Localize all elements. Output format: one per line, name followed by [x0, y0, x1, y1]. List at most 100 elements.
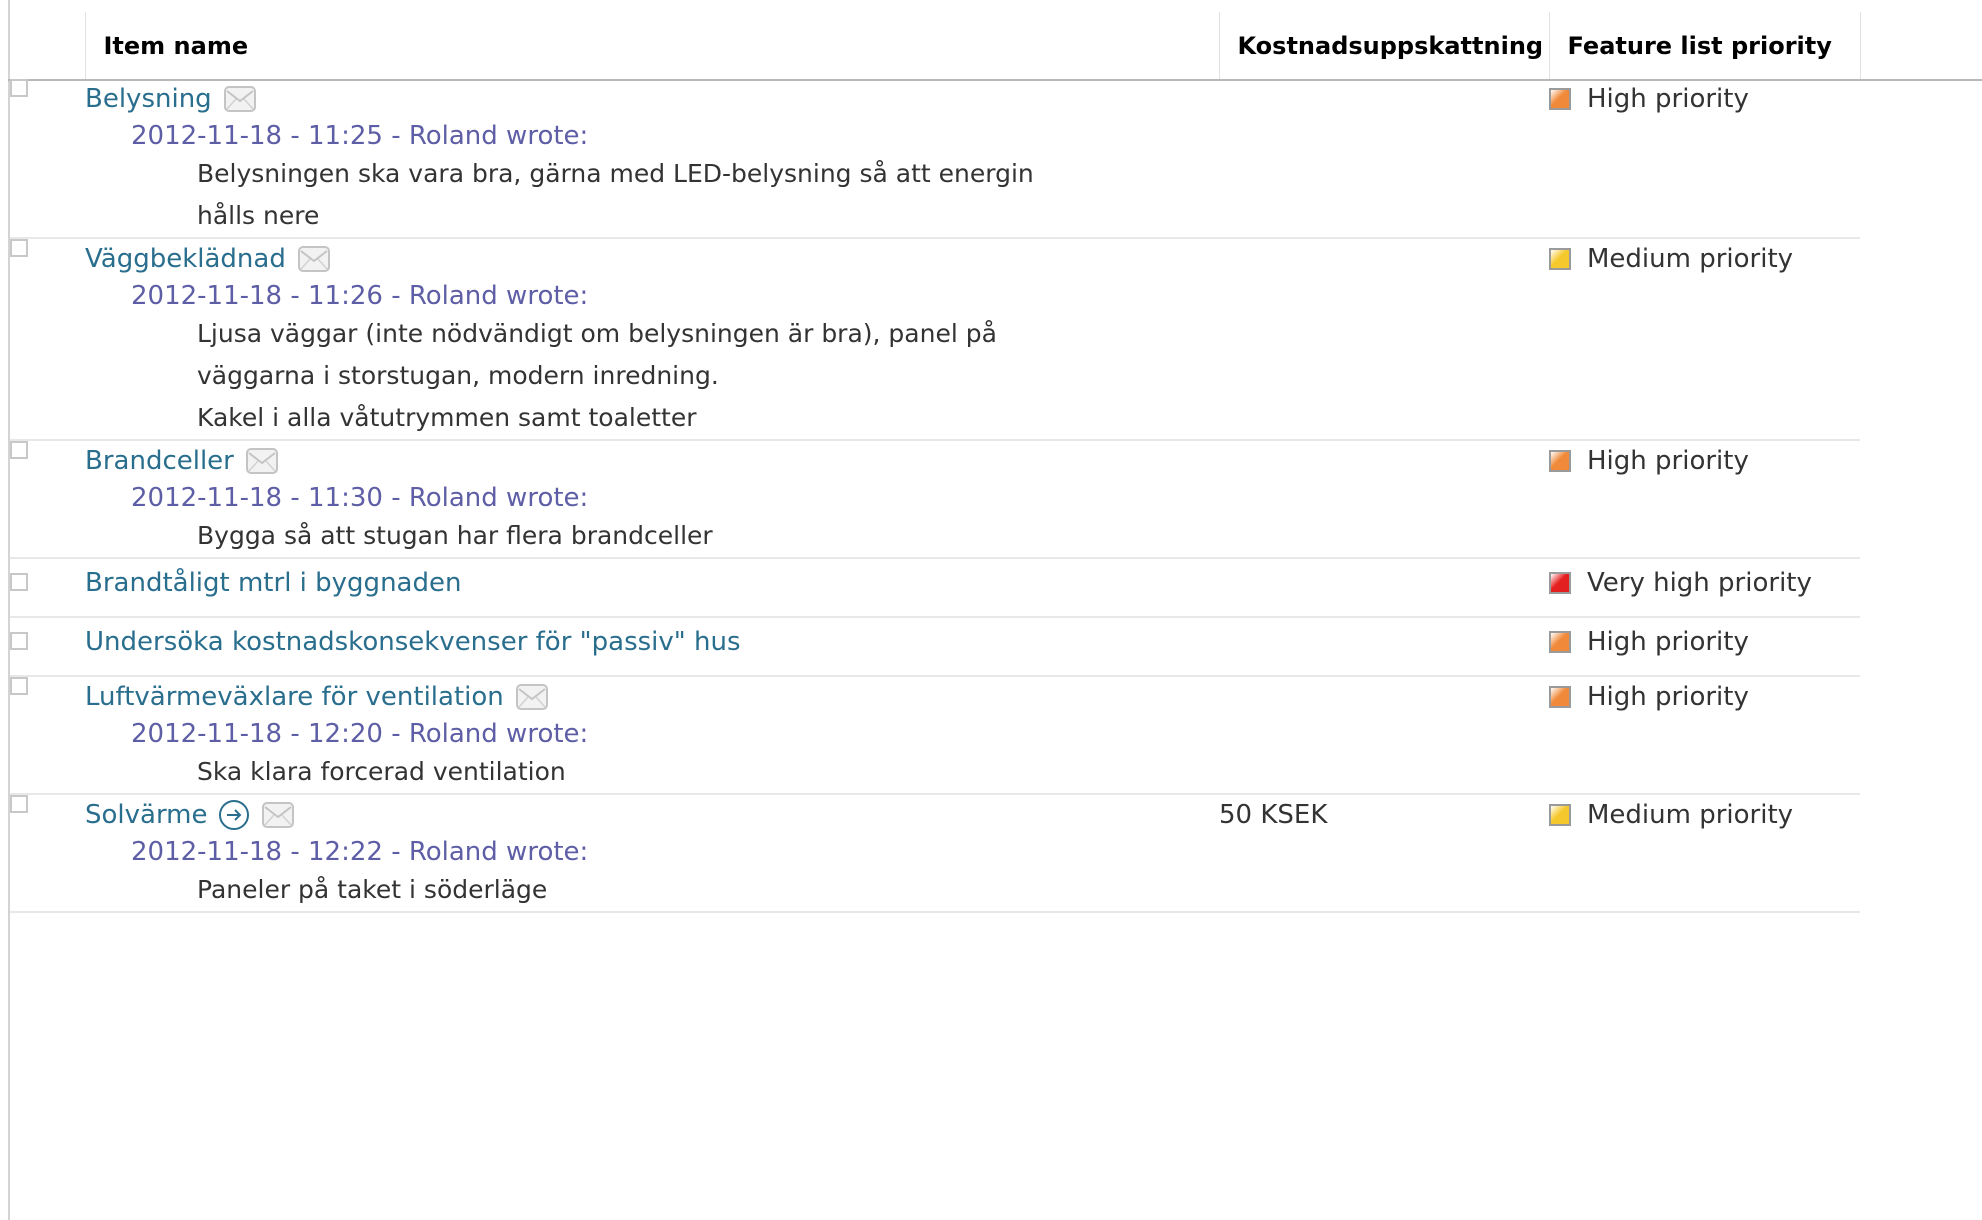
row-checkbox[interactable]: [10, 632, 28, 650]
item-name-cell: Solvärme 2012-11-18 - 12:22 - Roland wrot…: [85, 794, 1219, 913]
item-name-cell: Brandceller 2012-11-18 - 11:30 - Roland w…: [85, 440, 1219, 559]
row-checkbox[interactable]: [10, 239, 28, 257]
priority-color-square: [1549, 631, 1571, 653]
feature-list-table: Item name Kostnadsuppskattning Feature l…: [10, 12, 1861, 913]
cost-estimate-cell: [1219, 238, 1549, 441]
cost-estimate-cell: [1219, 440, 1549, 559]
list-row[interactable]: Luftvärmeväxlare för ventilation 2012-11-…: [10, 676, 1860, 795]
comment-header: 2012-11-18 - 12:22 - Roland wrote:: [131, 837, 589, 867]
comment-text: Bygga så att stugan har flera brandcelle…: [197, 521, 713, 550]
priority-color-square: [1549, 450, 1571, 472]
comment-header: 2012-11-18 - 11:30 - Roland wrote:: [131, 483, 589, 513]
item-name-cell: Luftvärmeväxlare för ventilation 2012-11-…: [85, 676, 1219, 795]
comment-text: Kakel i alla våtutrymmen samt toaletter: [197, 403, 697, 432]
row-checkbox[interactable]: [10, 573, 28, 591]
list-row[interactable]: Väggbeklädnad 2012-11-18 - 11:26 - Roland…: [10, 238, 1860, 441]
row-checkbox[interactable]: [10, 795, 28, 813]
row-select-cell: [10, 238, 85, 441]
priority-label: Medium priority: [1587, 800, 1794, 830]
priority-cell: Medium priority: [1549, 238, 1860, 441]
item-link[interactable]: Solvärme: [85, 800, 208, 830]
priority-label: High priority: [1587, 627, 1749, 657]
item-link[interactable]: Undersöka kostnadskonsekvenser för "pass…: [85, 627, 741, 657]
row-select-cell: [10, 440, 85, 559]
item-link[interactable]: Brandceller: [85, 446, 234, 476]
cost-estimate-cell: [1219, 617, 1549, 677]
priority-indicator: Medium priority: [1549, 239, 1860, 279]
priority-label: High priority: [1587, 84, 1749, 114]
cost-estimate-cell: [1219, 676, 1549, 795]
comment-text: Ljusa väggar (inte nödvändigt om belysni…: [197, 319, 997, 390]
item-title-line: Väggbeklädnad: [85, 239, 1219, 279]
priority-cell: High priority: [1549, 440, 1860, 559]
cost-estimate-cell: [1219, 79, 1549, 239]
item-title-line: Undersöka kostnadskonsekvenser för "pass…: [85, 622, 1219, 662]
priority-color-square: [1549, 686, 1571, 708]
comment-header: 2012-11-18 - 11:25 - Roland wrote:: [131, 121, 589, 151]
priority-label: Medium priority: [1587, 244, 1794, 274]
priority-label: Very high priority: [1587, 568, 1812, 598]
priority-cell: Medium priority: [1549, 794, 1860, 913]
item-name-cell: Brandtåligt mtrl i byggnaden: [85, 558, 1219, 618]
list-body: Belysning 2012-11-18 - 11:25 - Roland wro…: [10, 79, 1860, 913]
list-row[interactable]: Belysning 2012-11-18 - 11:25 - Roland wro…: [10, 79, 1860, 239]
priority-cell: High priority: [1549, 79, 1860, 239]
item-title-line: Brandtåligt mtrl i byggnaden: [85, 563, 1219, 603]
item-link[interactable]: Väggbeklädnad: [85, 244, 286, 274]
row-select-cell: [10, 617, 85, 677]
item-name-cell: Undersöka kostnadskonsekvenser för "pass…: [85, 617, 1219, 677]
priority-cell: Very high priority: [1549, 558, 1860, 618]
comment-header: 2012-11-18 - 12:20 - Roland wrote:: [131, 719, 589, 749]
envelope-icon: [515, 684, 548, 710]
envelope-icon: [261, 802, 294, 828]
column-header-item-name[interactable]: Item name: [84, 12, 1220, 79]
comment-text: Belysningen ska vara bra, gärna med LED-…: [197, 159, 1034, 230]
column-header-select[interactable]: [10, 12, 86, 79]
list-row[interactable]: Undersöka kostnadskonsekvenser för "pass…: [10, 617, 1860, 677]
row-select-cell: [10, 79, 85, 239]
row-select-cell: [10, 676, 85, 795]
priority-cell: High priority: [1549, 676, 1860, 795]
priority-indicator: High priority: [1549, 79, 1860, 119]
cost-estimate-cell: 50 KSEK: [1219, 794, 1549, 913]
row-checkbox[interactable]: [10, 79, 28, 97]
row-select-cell: [10, 794, 85, 913]
item-link[interactable]: Belysning: [85, 84, 212, 114]
priority-color-square: [1549, 88, 1571, 110]
item-link[interactable]: Luftvärmeväxlare för ventilation: [85, 682, 504, 712]
navigate-arrow-icon[interactable]: [218, 799, 250, 831]
priority-indicator: High priority: [1549, 677, 1860, 717]
priority-label: High priority: [1587, 446, 1749, 476]
item-title-line: Brandceller: [85, 441, 1219, 481]
column-header-cost-estimate[interactable]: Kostnadsuppskattning: [1218, 12, 1550, 79]
list-row[interactable]: Brandtåligt mtrl i byggnaden Very high pr…: [10, 558, 1860, 618]
row-checkbox[interactable]: [10, 677, 28, 695]
priority-label: High priority: [1587, 682, 1749, 712]
item-name-cell: Belysning 2012-11-18 - 11:25 - Roland wro…: [85, 79, 1219, 239]
cost-estimate-cell: [1219, 558, 1549, 618]
cost-estimate-value: 50 KSEK: [1219, 800, 1328, 830]
priority-indicator: High priority: [1549, 441, 1860, 481]
column-header-priority[interactable]: Feature list priority: [1548, 12, 1861, 79]
list-row[interactable]: Solvärme 2012-11-18 - 12:22 - Roland wrot…: [10, 794, 1860, 913]
priority-color-square: [1549, 804, 1571, 826]
list-view: Item name Kostnadsuppskattning Feature l…: [0, 0, 1982, 1220]
row-checkbox[interactable]: [10, 441, 28, 459]
header-row: Item name Kostnadsuppskattning Feature l…: [10, 12, 1861, 79]
list-row[interactable]: Brandceller 2012-11-18 - 11:30 - Roland w…: [10, 440, 1860, 559]
item-title-line: Belysning: [85, 79, 1219, 119]
priority-color-square: [1549, 572, 1571, 594]
priority-color-square: [1549, 248, 1571, 270]
item-title-line: Solvärme: [85, 795, 1219, 835]
item-title-line: Luftvärmeväxlare för ventilation: [85, 677, 1219, 717]
priority-cell: High priority: [1549, 617, 1860, 677]
item-link[interactable]: Brandtåligt mtrl i byggnaden: [85, 568, 461, 598]
envelope-icon: [297, 246, 330, 272]
comment-text: Paneler på taket i söderläge: [197, 875, 548, 904]
envelope-icon: [245, 448, 278, 474]
priority-indicator: High priority: [1549, 622, 1860, 662]
envelope-icon: [223, 86, 256, 112]
priority-indicator: Very high priority: [1549, 563, 1860, 603]
priority-indicator: Medium priority: [1549, 795, 1860, 835]
comment-text: Ska klara forcerad ventilation: [197, 757, 566, 786]
